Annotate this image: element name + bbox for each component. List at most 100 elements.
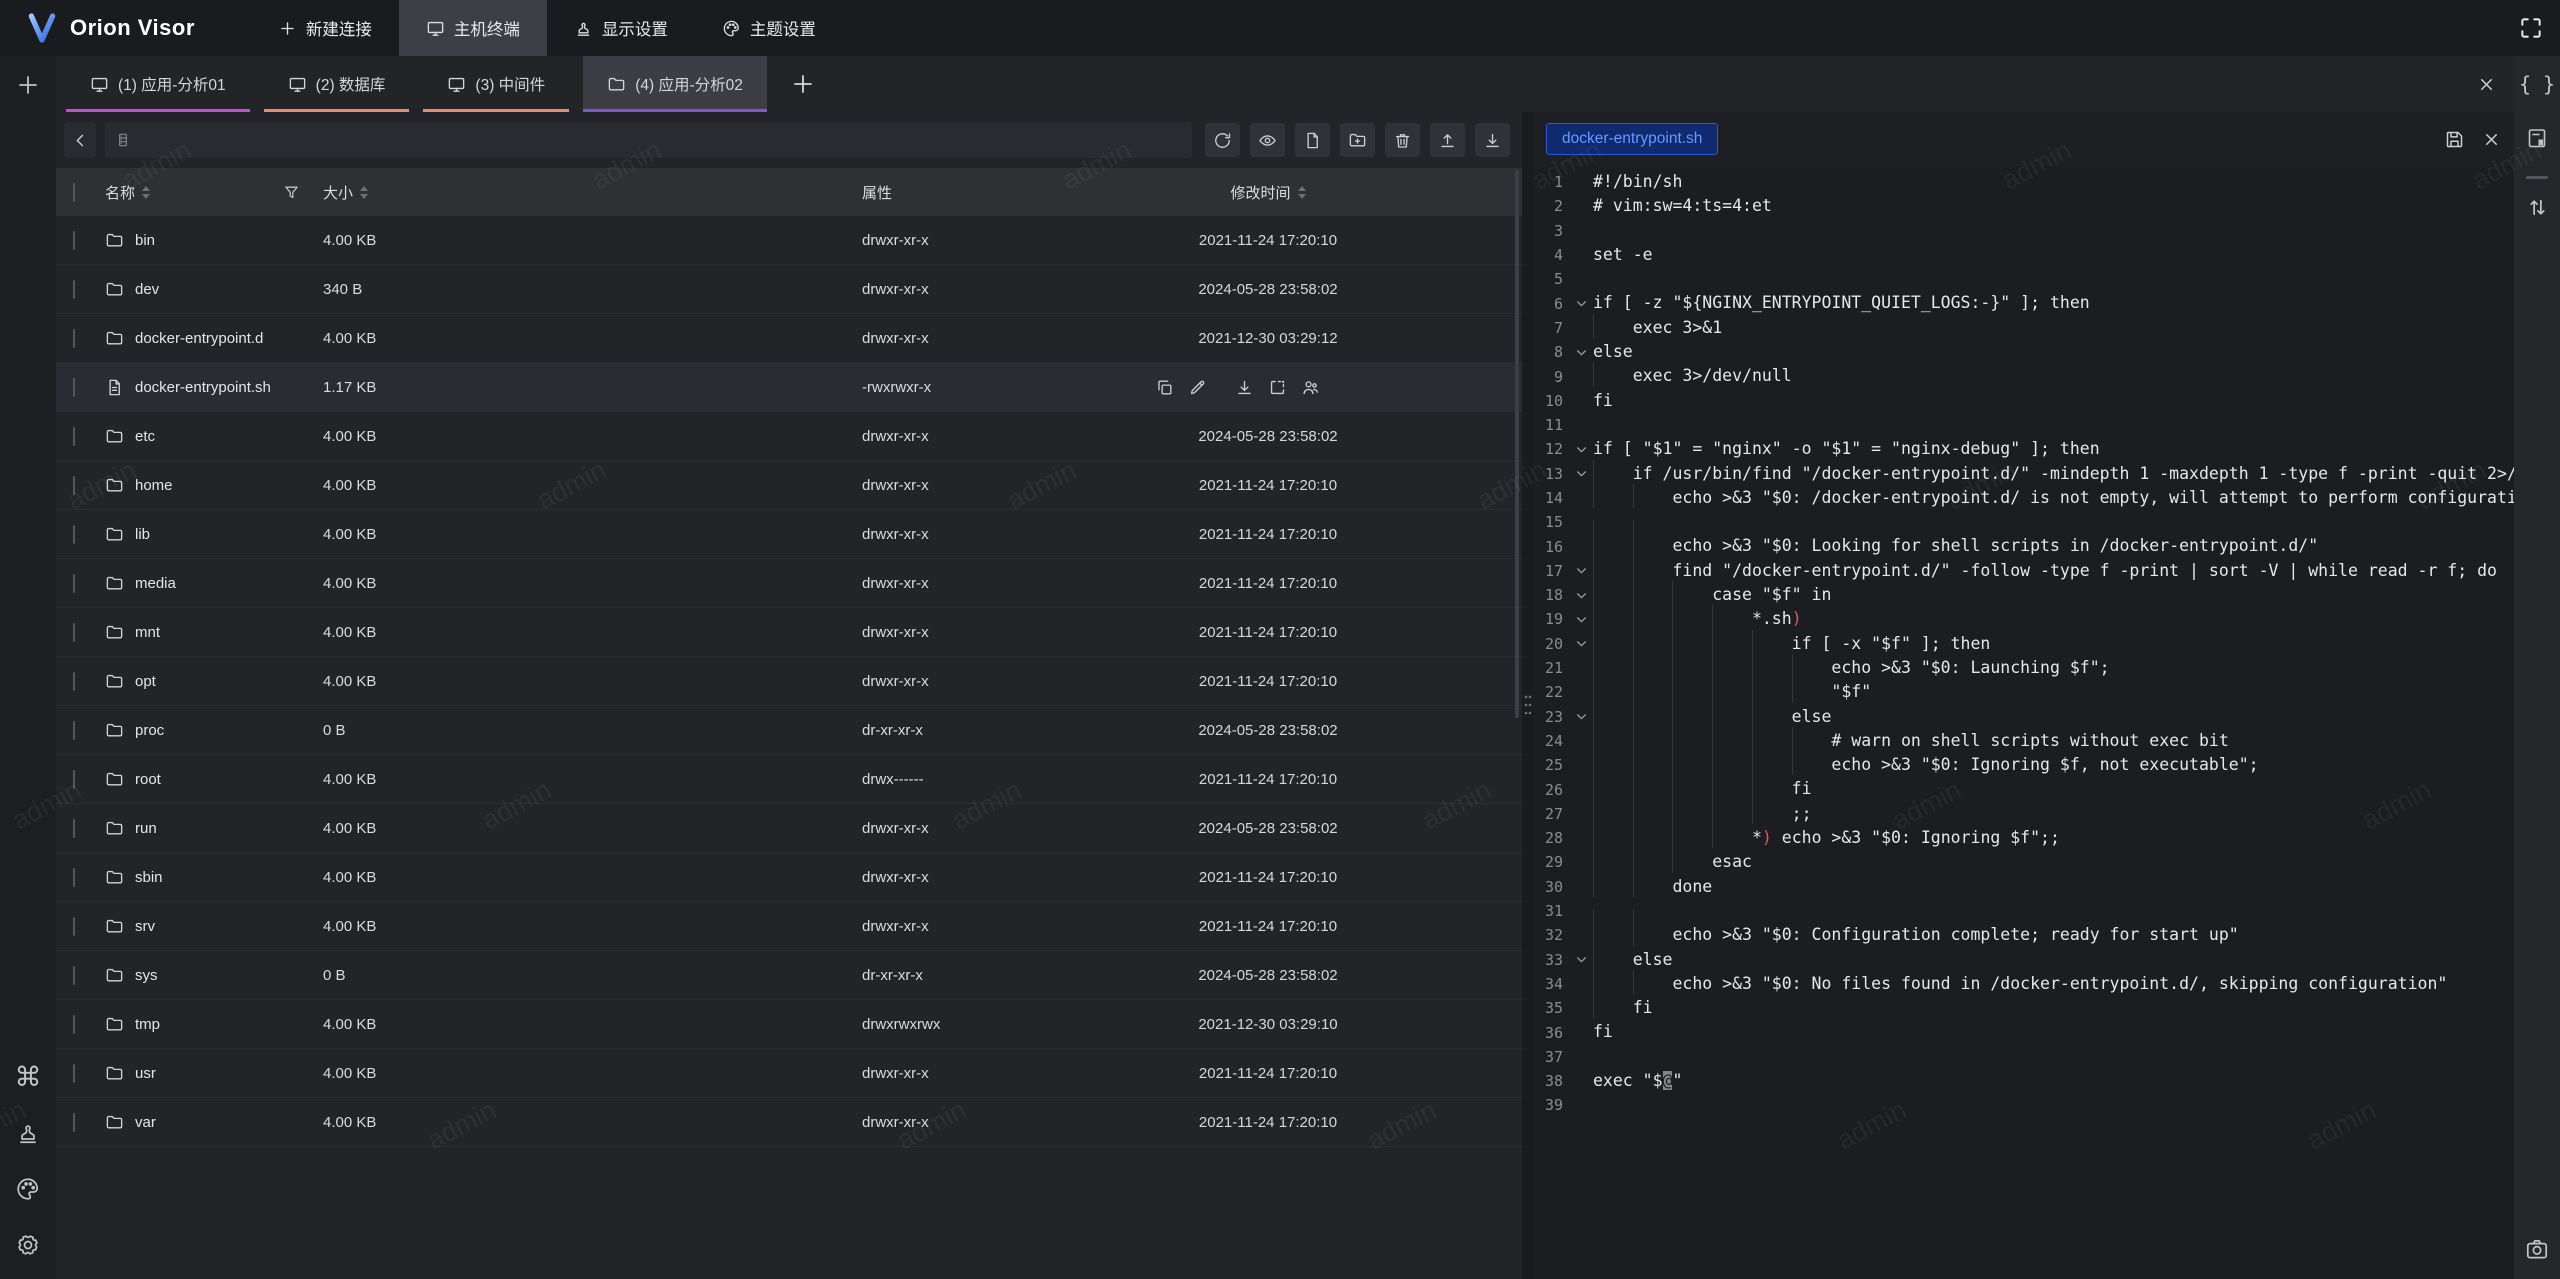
select-all-checkbox[interactable] [73,183,75,202]
table-row[interactable]: proc0 Bdr-xr-xr-x2024-05-28 23:58:02 [56,706,1522,755]
move-button[interactable] [1268,378,1287,397]
code-line[interactable]: 10fi [1533,389,2514,413]
column-header-time[interactable]: 修改时间 [1230,182,1290,203]
display-settings-button[interactable] [12,1117,44,1149]
row-checkbox[interactable] [73,280,75,299]
screenshot-button[interactable] [2521,1233,2553,1265]
new-file-button[interactable] [1295,123,1330,157]
code-line[interactable]: 5 [1533,267,2514,291]
fold-chevron-icon[interactable] [1569,613,1593,626]
code-line[interactable]: 36fi [1533,1020,2514,1044]
new-folder-button[interactable] [1340,123,1375,157]
table-row[interactable]: usr4.00 KBdrwxr-xr-x2021-11-24 17:20:10 [56,1049,1522,1098]
fold-chevron-icon[interactable] [1569,297,1593,310]
tab-app-analysis-01[interactable]: (1) 应用-分析01 [66,56,250,112]
table-row[interactable]: root4.00 KBdrwx------2021-11-24 17:20:10 [56,755,1522,804]
table-row[interactable]: srv4.00 KBdrwxr-xr-x2021-11-24 17:20:10 [56,902,1522,951]
row-checkbox[interactable] [73,868,75,887]
path-input[interactable] [139,132,1182,149]
code-line[interactable]: 13 if /usr/bin/find "/docker-entrypoint.… [1533,462,2514,486]
table-row[interactable]: bin4.00 KBdrwxr-xr-x2021-11-24 17:20:10 [56,216,1522,265]
code-line[interactable]: 24 # warn on shell scripts without exec … [1533,729,2514,753]
table-row[interactable]: dev340 Bdrwxr-xr-x2024-05-28 23:58:02 [56,265,1522,314]
column-header-size[interactable]: 大小 [323,182,353,203]
code-line[interactable]: 37 [1533,1045,2514,1069]
edit-button[interactable] [1188,378,1207,397]
file-table-scrollbar[interactable] [1515,170,1519,718]
row-checkbox[interactable] [73,525,75,544]
file-bookmark-button[interactable] [2521,122,2553,154]
row-checkbox[interactable] [73,378,75,397]
file-name[interactable]: usr [135,1065,156,1082]
code-line[interactable]: 3 [1533,219,2514,243]
navigate-back-button[interactable] [64,122,96,158]
row-checkbox[interactable] [73,966,75,985]
permissions-button[interactable] [1301,378,1320,397]
code-line[interactable]: 12if [ "$1" = "nginx" -o "$1" = "nginx-d… [1533,437,2514,461]
row-checkbox[interactable] [73,917,75,936]
refresh-button[interactable] [1205,123,1240,157]
nav-item-host-terminal[interactable]: 主机终端 [399,0,547,56]
tab-database[interactable]: (2) 数据库 [264,56,410,112]
sort-size-control[interactable] [360,186,368,199]
code-line[interactable]: 6if [ -z "${NGINX_ENTRYPOINT_QUIET_LOGS:… [1533,291,2514,315]
fold-chevron-icon[interactable] [1569,467,1593,480]
code-line[interactable]: 25 echo >&3 "$0: Ignoring $f, not execut… [1533,753,2514,777]
sort-name-control[interactable] [142,186,150,199]
tab-app-analysis-02[interactable]: (4) 应用-分析02 [583,56,767,112]
close-editor-button[interactable] [2482,130,2501,149]
table-row[interactable]: lib4.00 KBdrwxr-xr-x2021-11-24 17:20:10 [56,510,1522,559]
fold-chevron-icon[interactable] [1569,953,1593,966]
editor-file-tab[interactable]: docker-entrypoint.sh [1546,123,1718,155]
code-line[interactable]: 27 ;; [1533,802,2514,826]
fold-chevron-icon[interactable] [1569,564,1593,577]
code-line[interactable]: 29 esac [1533,850,2514,874]
download-button[interactable] [1475,123,1510,157]
row-checkbox[interactable] [73,672,75,691]
settings-button[interactable] [12,1229,44,1261]
table-row[interactable]: media4.00 KBdrwxr-xr-x2021-11-24 17:20:1… [56,559,1522,608]
code-line[interactable]: 23 else [1533,705,2514,729]
fullscreen-button[interactable] [2502,0,2560,56]
code-line[interactable]: 7 exec 3>&1 [1533,316,2514,340]
file-name[interactable]: run [135,820,157,837]
fold-chevron-icon[interactable] [1569,589,1593,602]
code-line[interactable]: 22 "$f" [1533,680,2514,704]
filter-icon[interactable] [283,184,300,201]
nav-item-new-connection[interactable]: 新建连接 [251,0,399,56]
code-line[interactable]: 16 echo >&3 "$0: Looking for shell scrip… [1533,534,2514,558]
row-checkbox[interactable] [73,1015,75,1034]
file-name[interactable]: bin [135,232,155,249]
row-checkbox[interactable] [73,427,75,446]
code-line[interactable]: 33 else [1533,948,2514,972]
shortcut-keys-button[interactable]: ⌘ [12,1061,44,1093]
code-line[interactable]: 31 [1533,899,2514,923]
delete-button[interactable] [1385,123,1420,157]
code-line[interactable]: 9 exec 3>/dev/null [1533,364,2514,388]
sort-lines-button[interactable] [2521,191,2553,223]
file-name[interactable]: docker-entrypoint.sh [135,379,271,396]
file-name[interactable]: home [135,477,173,494]
file-name[interactable]: srv [135,918,155,935]
row-checkbox[interactable] [73,574,75,593]
table-row[interactable]: sys0 Bdr-xr-xr-x2024-05-28 23:58:02 [56,951,1522,1000]
row-checkbox[interactable] [73,231,75,250]
column-header-name[interactable]: 名称 [105,182,135,203]
nav-item-display-settings[interactable]: 显示设置 [547,0,695,56]
table-row[interactable]: docker-entrypoint.d4.00 KBdrwxr-xr-x2021… [56,314,1522,363]
row-checkbox[interactable] [73,1064,75,1083]
code-editor[interactable]: 1#!/bin/sh2# vim:sw=4:ts=4:et34set -e56i… [1533,166,2514,1279]
table-row[interactable]: mnt4.00 KBdrwxr-xr-x2021-11-24 17:20:10 [56,608,1522,657]
row-checkbox[interactable] [73,721,75,740]
nav-item-theme-settings[interactable]: 主题设置 [695,0,843,56]
upload-button[interactable] [1430,123,1465,157]
file-name[interactable]: dev [135,281,159,298]
file-name[interactable]: sbin [135,869,163,886]
download-button[interactable] [1235,378,1254,397]
code-line[interactable]: 17 find "/docker-entrypoint.d/" -follow … [1533,559,2514,583]
row-checkbox[interactable] [73,623,75,642]
file-name[interactable]: sys [135,967,158,984]
code-line[interactable]: 35 fi [1533,996,2514,1020]
code-line[interactable]: 20 if [ -x "$f" ]; then [1533,632,2514,656]
code-line[interactable]: 34 echo >&3 "$0: No files found in /dock… [1533,972,2514,996]
